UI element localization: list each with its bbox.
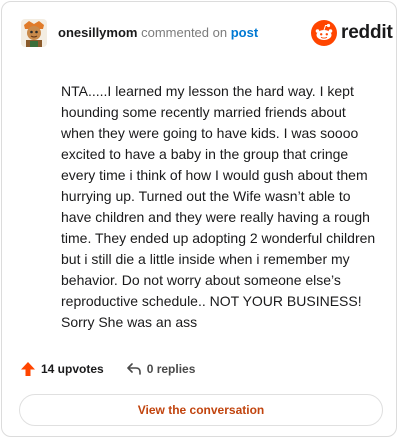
action-text: commented on (141, 25, 228, 40)
upvotes-count: 14 upvotes (41, 362, 104, 376)
comment-body: NTA.....I learned my lesson the hard way… (61, 83, 380, 330)
upvote-arrow-icon (21, 362, 35, 376)
replies-count: 0 replies (146, 362, 196, 376)
reddit-logo[interactable]: reddit (311, 20, 393, 46)
reply-arrow-icon (126, 363, 141, 375)
avatar[interactable] (21, 19, 47, 47)
username[interactable]: onesillymom (58, 25, 137, 40)
comment-footer: 14 upvotes 0 replies (20, 360, 195, 378)
comment-header: onesillymom commented on post (58, 25, 258, 41)
replies-control[interactable]: 0 replies (126, 361, 196, 377)
embedded-comment-card: onesillymom commented on post reddit NTA… (1, 1, 397, 437)
post-link[interactable]: post (231, 25, 258, 40)
reddit-wordmark: reddit (341, 22, 393, 43)
view-conversation-button[interactable]: View the conversation (19, 394, 383, 426)
upvotes-control[interactable]: 14 upvotes (20, 361, 104, 377)
reddit-snoo-icon (311, 20, 337, 46)
avatar-image (21, 19, 47, 47)
